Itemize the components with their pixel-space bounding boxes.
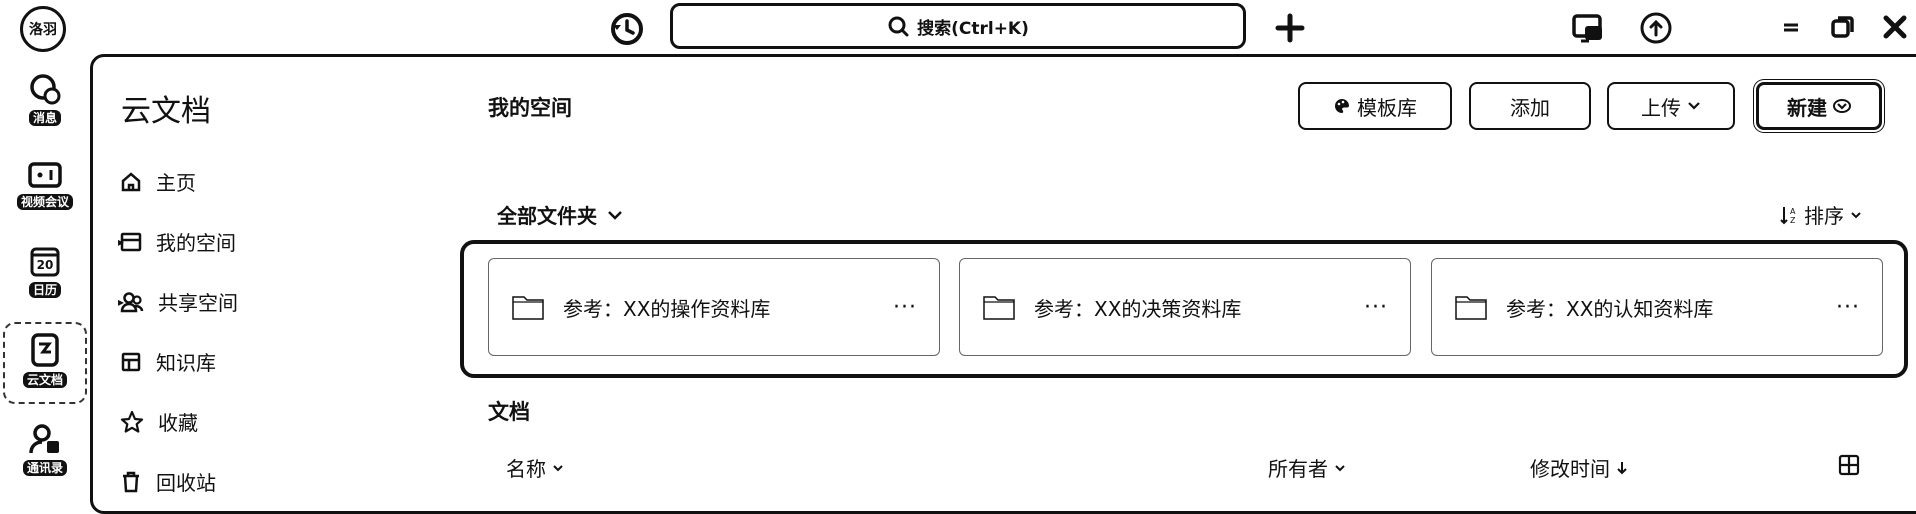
minimize-icon[interactable] <box>1776 12 1806 42</box>
rail-label: 云文档 <box>22 372 67 388</box>
chat-icon <box>28 72 62 106</box>
folder-card[interactable]: 参考：XX的操作资料库 ··· <box>488 258 940 356</box>
new-button[interactable]: 新建 <box>1756 82 1882 130</box>
svg-text:Z: Z <box>1790 216 1796 225</box>
sidebar-item-favorites[interactable]: 收藏 <box>120 407 198 436</box>
star-icon <box>120 410 144 434</box>
history-icon[interactable] <box>607 9 647 49</box>
upload-button[interactable]: 上传 <box>1607 82 1735 130</box>
folder-name: 参考：XX的操作资料库 <box>563 296 771 321</box>
sidebar-item-label: 主页 <box>156 171 196 195</box>
chevron-down-icon <box>607 209 623 221</box>
calendar-icon: 20 <box>29 244 61 278</box>
folder-name: 参考：XX的认知资料库 <box>1506 296 1714 321</box>
chevron-down-icon <box>1850 210 1862 220</box>
folder-card[interactable]: 参考：XX的决策资料库 ··· <box>959 258 1411 356</box>
sidebar-item-my-space[interactable]: ▸ 我的空间 <box>118 227 236 256</box>
sidebar-item-trash[interactable]: 回收站 <box>120 467 216 496</box>
more-options-icon[interactable]: ··· <box>893 295 917 320</box>
sidebar-item-knowledge-base[interactable]: 知识库 <box>120 347 216 376</box>
folder-icon <box>511 293 545 321</box>
search-icon <box>887 15 909 37</box>
documents-section-title: 文档 <box>488 400 530 424</box>
page-title: 我的空间 <box>488 96 572 120</box>
expand-caret-icon[interactable]: ▸ <box>118 295 124 309</box>
sidebar-item-shared-space[interactable]: ▸ 共享空间 <box>118 287 238 316</box>
chevron-down-icon <box>1833 99 1851 113</box>
column-header-modified[interactable]: 修改时间 <box>1530 453 1628 482</box>
trash-icon <box>120 471 142 493</box>
template-library-button[interactable]: 模板库 <box>1298 82 1452 130</box>
more-options-icon[interactable]: ··· <box>1836 295 1860 320</box>
sidebar-title: 云文档 <box>121 94 211 129</box>
expand-caret-icon[interactable]: ▸ <box>118 235 124 249</box>
column-header-name[interactable]: 名称 <box>506 453 564 482</box>
close-icon[interactable] <box>1878 10 1912 44</box>
palette-icon <box>1333 97 1351 115</box>
search-input[interactable]: 搜索(Ctrl+K) <box>670 3 1246 49</box>
new-label: 新建 <box>1787 95 1827 120</box>
svg-text:A: A <box>1790 207 1796 216</box>
folder-icon <box>1454 293 1488 321</box>
sort-icon: AZ <box>1780 205 1798 225</box>
calendar-day: 20 <box>36 258 54 272</box>
rail-label: 通讯录 <box>22 460 67 476</box>
folder-card[interactable]: 参考：XX的认知资料库 ··· <box>1431 258 1883 356</box>
sidebar-item-label: 共享空间 <box>158 291 238 315</box>
column-header-owner[interactable]: 所有者 <box>1268 453 1346 482</box>
folders-header-label: 全部文件夹 <box>497 204 597 228</box>
sidebar-item-label: 回收站 <box>156 471 216 495</box>
book-icon <box>120 351 142 373</box>
column-label: 名称 <box>506 457 546 481</box>
rail-item-cloud-docs[interactable]: 云文档 <box>0 332 90 388</box>
sidebar-item-label: 我的空间 <box>156 231 236 255</box>
rail-item-video-meeting[interactable]: 视频会议 <box>0 160 90 210</box>
folder-name: 参考：XX的决策资料库 <box>1034 296 1242 321</box>
folder-icon <box>982 293 1016 321</box>
rail-item-messages[interactable]: 消息 <box>0 72 90 126</box>
chevron-down-icon <box>1687 101 1701 111</box>
add-label: 添加 <box>1510 95 1550 120</box>
doc-icon <box>29 332 61 368</box>
avatar-text: 洛羽 <box>29 22 57 38</box>
screen-share-icon[interactable] <box>1568 8 1608 48</box>
add-button[interactable]: 添加 <box>1469 82 1591 130</box>
upload-label: 上传 <box>1641 95 1681 120</box>
column-label: 所有者 <box>1268 457 1328 481</box>
more-options-icon[interactable]: ··· <box>1364 295 1388 320</box>
avatar[interactable]: 洛羽 <box>20 6 66 52</box>
sidebar-item-label: 收藏 <box>158 411 198 435</box>
column-label: 修改时间 <box>1530 457 1610 481</box>
upload-cloud-icon[interactable] <box>1636 8 1676 48</box>
rail-item-contacts[interactable]: 通讯录 <box>0 422 90 476</box>
sidebar-item-label: 知识库 <box>156 351 216 375</box>
all-folders-dropdown[interactable]: 全部文件夹 <box>497 200 623 229</box>
sidebar-item-home[interactable]: 主页 <box>120 167 196 196</box>
sort-label: 排序 <box>1804 204 1844 228</box>
add-icon[interactable] <box>1272 10 1308 46</box>
chevron-down-icon <box>1334 463 1346 473</box>
rail-label: 视频会议 <box>16 194 73 210</box>
rail-item-calendar[interactable]: 20 日历 <box>0 244 90 298</box>
contacts-icon <box>28 422 62 456</box>
template-library-label: 模板库 <box>1357 95 1417 120</box>
video-icon <box>27 160 63 190</box>
search-placeholder: 搜索(Ctrl+K) <box>917 18 1029 39</box>
chevron-down-icon <box>552 463 564 473</box>
arrow-down-icon <box>1616 460 1628 476</box>
sort-button[interactable]: AZ 排序 <box>1780 200 1862 229</box>
restore-icon[interactable] <box>1826 10 1860 44</box>
grid-view-icon[interactable] <box>1836 452 1862 478</box>
rail-label: 日历 <box>28 282 61 298</box>
home-icon <box>120 171 142 193</box>
rail-label: 消息 <box>28 110 61 126</box>
